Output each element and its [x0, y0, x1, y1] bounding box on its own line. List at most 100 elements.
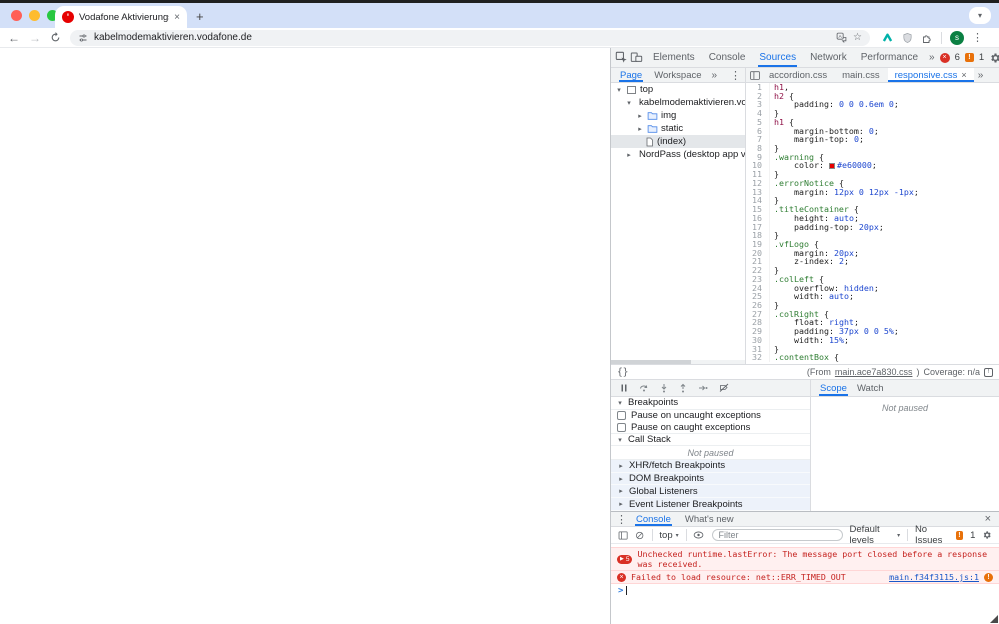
console-error-message[interactable]: ▶ 5 Unchecked runtime.lastError: The mes…	[611, 547, 999, 571]
xhr-breakpoints-header[interactable]: ▸ XHR/fetch Breakpoints	[611, 459, 810, 473]
show-navigator-icon[interactable]	[749, 70, 761, 81]
back-button[interactable]: ←	[8, 32, 20, 44]
clear-console-icon[interactable]	[635, 530, 644, 541]
status-source-link[interactable]: main.ace7a830.css	[835, 367, 913, 377]
console-settings-gear-icon[interactable]	[982, 529, 992, 541]
code-line[interactable]: 21 z-index: 2;	[746, 257, 999, 267]
event-listener-breakpoints-header[interactable]: ▸ Event Listener Breakpoints	[611, 498, 810, 511]
code-line[interactable]: 7 margin-top: 0;	[746, 135, 999, 145]
step-out-icon[interactable]	[678, 383, 688, 393]
code-line[interactable]: 3 padding: 0 0 0.6em 0;	[746, 100, 999, 110]
checkbox[interactable]	[617, 422, 626, 432]
bookmark-star-icon[interactable]: ☆	[853, 32, 862, 43]
tab-page[interactable]: Page	[615, 68, 647, 82]
pretty-print-icon[interactable]: {}	[617, 367, 628, 378]
collapse-arrow-icon[interactable]: ▸	[636, 125, 644, 133]
collapse-arrow-icon[interactable]: ▸	[625, 151, 633, 159]
step-icon[interactable]	[697, 383, 709, 393]
tab-watch[interactable]: Watch	[852, 380, 889, 396]
code-line[interactable]: 30 width: 15%;	[746, 335, 999, 345]
tree-item-static[interactable]: ▸ static	[611, 122, 745, 135]
tab-console[interactable]: Console	[703, 48, 752, 67]
url-bar[interactable]: kabelmodemaktivieren.vodafone.de A ☆	[70, 29, 870, 46]
error-source-link[interactable]: main.f34f3115.js:1	[889, 572, 979, 582]
tree-item-nordpass[interactable]: ▸ NordPass (desktop app versio	[611, 148, 745, 161]
file-tab-close-icon[interactable]: ×	[961, 70, 966, 80]
profile-avatar[interactable]: s	[950, 30, 964, 45]
deactivate-breakpoints-icon[interactable]	[718, 383, 730, 393]
step-into-icon[interactable]	[659, 383, 669, 393]
checkbox[interactable]	[617, 411, 626, 421]
tab-close-icon[interactable]: ×	[174, 12, 180, 23]
no-issues-label[interactable]: No Issues	[915, 524, 949, 546]
tab-workspace[interactable]: Workspace	[649, 68, 706, 82]
translate-icon[interactable]: A	[836, 32, 847, 43]
expand-arrow-icon[interactable]: ▾	[625, 99, 633, 107]
tab-network[interactable]: Network	[804, 48, 853, 67]
extensions-puzzle-icon[interactable]	[921, 32, 933, 44]
tab-search-button[interactable]: ▾	[969, 7, 991, 24]
breakpoints-section-header[interactable]: ▾ Breakpoints	[611, 397, 810, 410]
reload-button[interactable]	[50, 32, 61, 43]
drawer-menu-icon[interactable]: ⋮	[616, 513, 627, 526]
pause-caught-row[interactable]: Pause on caught exceptions	[611, 422, 810, 434]
code-line[interactable]: 10 color: #e60000;	[746, 161, 999, 171]
console-prompt[interactable]: >	[611, 584, 999, 597]
tab-scope[interactable]: Scope	[815, 380, 852, 396]
error-count[interactable]: 6	[955, 52, 960, 63]
window-resize-handle[interactable]	[990, 615, 998, 623]
step-over-icon[interactable]	[638, 383, 650, 393]
error-count-icon[interactable]: ×	[939, 52, 950, 63]
global-listeners-header[interactable]: ▸ Global Listeners	[611, 485, 810, 499]
file-tab-responsive-css[interactable]: responsive.css ×	[887, 68, 974, 82]
tab-sources[interactable]: Sources	[753, 48, 802, 67]
url-text[interactable]: kabelmodemaktivieren.vodafone.de	[94, 32, 830, 43]
expand-arrow-icon[interactable]: ▾	[615, 86, 623, 94]
line-number[interactable]: 32	[746, 353, 770, 362]
file-tab-main-css[interactable]: main.css	[835, 68, 886, 82]
new-tab-button[interactable]: +	[196, 9, 204, 24]
code-line[interactable]: 32 .contentBox {	[746, 353, 999, 362]
pause-script-icon[interactable]	[619, 383, 629, 393]
issue-count[interactable]: 1	[979, 52, 984, 63]
dom-breakpoints-header[interactable]: ▸ DOM Breakpoints	[611, 472, 810, 486]
pause-uncaught-row[interactable]: Pause on uncaught exceptions	[611, 410, 810, 422]
file-tab-accordion-css[interactable]: accordion.css	[762, 68, 834, 82]
color-swatch[interactable]	[828, 163, 835, 170]
code-line[interactable]: 25 width: auto;	[746, 292, 999, 301]
tree-item-domain[interactable]: ▾ kabelmodemaktivieren.vodafor	[611, 96, 745, 109]
settings-gear-icon[interactable]	[989, 52, 999, 64]
device-toolbar-icon[interactable]	[630, 51, 643, 64]
log-levels-selector[interactable]: Default levels ▾	[850, 524, 901, 546]
callstack-section-header[interactable]: ▾ Call Stack	[611, 433, 810, 447]
issues-badge-icon[interactable]: !	[955, 530, 964, 540]
repeat-count-badge[interactable]: ▶ 5	[617, 554, 633, 564]
tree-item-img[interactable]: ▸ img	[611, 109, 745, 122]
tree-item-index[interactable]: (index)	[611, 135, 745, 148]
navigator-more-icon[interactable]: »	[709, 70, 721, 81]
browser-tab[interactable]: ' Vodafone Aktivierungsportal ×	[55, 6, 187, 28]
tree-item-top[interactable]: ▾ top	[611, 83, 745, 96]
minimize-window-button[interactable]	[29, 10, 40, 21]
live-expression-eye-icon[interactable]	[693, 530, 704, 540]
code-line[interactable]: 17 padding-top: 20px;	[746, 222, 999, 232]
coverage-icon[interactable]: !	[984, 367, 993, 377]
forward-button[interactable]: →	[29, 32, 41, 44]
site-settings-icon[interactable]	[78, 33, 88, 43]
shield-extension-icon[interactable]	[902, 32, 913, 44]
navigator-menu-icon[interactable]: ⋮	[730, 69, 741, 82]
code-editor[interactable]: 1 h1, 2 h2 {3 padding: 0 0 0.6em 0; 4} 5 h1 {6…	[746, 83, 999, 364]
filetabs-more-icon[interactable]: »	[975, 70, 987, 81]
console-filter-input[interactable]	[711, 529, 843, 541]
issue-count-icon[interactable]: !	[964, 53, 974, 62]
nordpass-extension-icon[interactable]	[881, 32, 894, 44]
browser-menu-icon[interactable]: ⋮	[972, 31, 983, 44]
console-sidebar-icon[interactable]	[618, 530, 628, 541]
drawer-tab-whats-new[interactable]: What's new	[680, 512, 739, 526]
more-tabs-icon[interactable]: »	[926, 52, 938, 63]
inspect-element-icon[interactable]	[615, 51, 628, 64]
collapse-arrow-icon[interactable]: ▸	[636, 112, 644, 120]
tab-performance[interactable]: Performance	[855, 48, 924, 67]
navigator-scrollbar[interactable]	[611, 360, 745, 364]
context-selector[interactable]: top ▾	[659, 530, 678, 541]
